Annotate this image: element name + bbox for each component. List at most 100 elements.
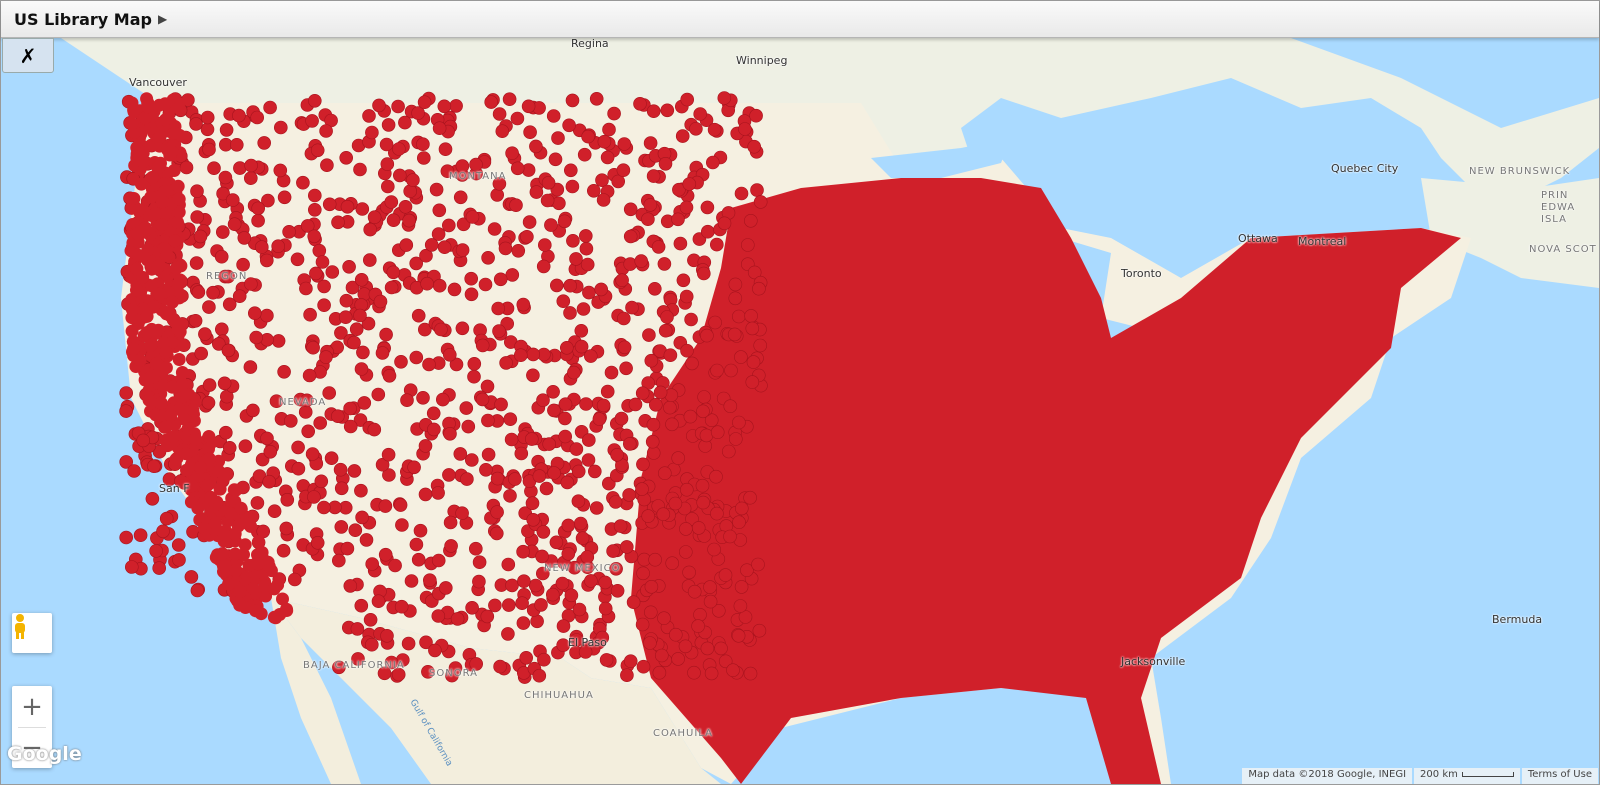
library-marker[interactable] (551, 131, 565, 145)
library-marker[interactable] (513, 348, 528, 363)
library-marker[interactable] (307, 490, 321, 504)
library-marker[interactable] (564, 588, 579, 603)
library-marker[interactable] (616, 311, 631, 326)
library-marker[interactable] (745, 321, 760, 336)
library-marker[interactable] (503, 412, 518, 427)
library-marker[interactable] (695, 478, 710, 493)
library-marker[interactable] (262, 474, 277, 489)
library-marker[interactable] (160, 249, 174, 263)
library-marker[interactable] (442, 347, 457, 362)
library-marker[interactable] (371, 387, 386, 402)
library-marker[interactable] (752, 281, 766, 296)
library-marker[interactable] (745, 375, 760, 389)
library-marker[interactable] (378, 499, 393, 513)
library-marker[interactable] (207, 161, 221, 175)
library-marker[interactable] (382, 368, 397, 383)
library-marker[interactable] (727, 327, 742, 342)
library-marker[interactable] (516, 616, 531, 630)
library-marker[interactable] (529, 185, 544, 199)
library-marker[interactable] (422, 357, 436, 372)
library-marker[interactable] (633, 97, 647, 111)
library-marker[interactable] (657, 466, 672, 481)
library-marker[interactable] (657, 611, 671, 626)
library-marker[interactable] (464, 287, 479, 302)
library-marker[interactable] (249, 330, 263, 345)
library-marker[interactable] (394, 354, 408, 369)
library-marker[interactable] (589, 501, 604, 515)
library-marker[interactable] (427, 422, 441, 437)
library-marker[interactable] (608, 495, 623, 509)
library-marker[interactable] (559, 340, 574, 355)
library-marker[interactable] (384, 280, 399, 295)
library-marker[interactable] (487, 222, 502, 236)
library-marker[interactable] (558, 397, 573, 412)
library-marker[interactable] (625, 300, 639, 315)
library-marker[interactable] (602, 122, 616, 137)
library-marker[interactable] (391, 99, 405, 114)
library-marker[interactable] (560, 475, 575, 490)
library-marker[interactable] (449, 99, 463, 113)
library-marker[interactable] (219, 425, 233, 440)
library-marker[interactable] (319, 350, 333, 364)
library-marker[interactable] (652, 665, 667, 680)
library-marker[interactable] (384, 195, 399, 209)
library-marker[interactable] (481, 251, 495, 265)
library-marker[interactable] (467, 356, 482, 371)
library-marker[interactable] (168, 234, 182, 248)
library-marker[interactable] (576, 302, 591, 316)
library-marker[interactable] (395, 518, 409, 532)
library-marker[interactable] (636, 457, 650, 472)
library-marker[interactable] (217, 376, 232, 391)
library-marker[interactable] (465, 210, 480, 224)
library-marker[interactable] (250, 110, 265, 125)
library-marker[interactable] (710, 506, 724, 521)
library-marker[interactable] (623, 229, 638, 244)
library-marker[interactable] (548, 152, 563, 167)
library-marker[interactable] (340, 200, 355, 214)
library-marker[interactable] (544, 218, 558, 232)
library-marker[interactable] (641, 212, 655, 226)
library-marker[interactable] (243, 360, 258, 374)
library-marker[interactable] (315, 255, 330, 269)
library-marker[interactable] (563, 306, 577, 320)
library-marker[interactable] (194, 346, 208, 361)
library-marker[interactable] (641, 509, 656, 523)
library-marker[interactable] (460, 472, 474, 486)
library-marker[interactable] (516, 297, 531, 312)
library-marker[interactable] (750, 183, 764, 197)
library-marker[interactable] (746, 355, 761, 369)
library-marker[interactable] (546, 384, 560, 399)
library-marker[interactable] (354, 598, 369, 613)
library-marker[interactable] (671, 652, 685, 666)
library-marker[interactable] (424, 238, 439, 252)
library-marker[interactable] (700, 224, 715, 239)
library-marker[interactable] (331, 553, 346, 568)
library-marker[interactable] (215, 322, 229, 337)
library-marker[interactable] (734, 580, 749, 594)
library-marker[interactable] (648, 552, 662, 567)
library-marker[interactable] (432, 278, 447, 293)
map-canvas[interactable]: Vancouver Regina Winnipeg Quebec City Mo… (1, 38, 1599, 784)
library-marker[interactable] (147, 459, 161, 474)
library-marker[interactable] (222, 440, 237, 455)
library-marker[interactable] (634, 254, 649, 268)
library-marker[interactable] (600, 150, 615, 165)
play-arrow-icon[interactable]: ▶ (158, 12, 167, 26)
library-marker[interactable] (248, 306, 262, 321)
library-marker[interactable] (710, 363, 724, 378)
library-marker[interactable] (375, 346, 390, 360)
library-marker[interactable] (525, 496, 540, 511)
library-marker[interactable] (354, 483, 368, 498)
library-marker[interactable] (619, 540, 634, 554)
library-marker[interactable] (413, 523, 428, 538)
library-marker[interactable] (472, 574, 486, 589)
library-marker[interactable] (597, 134, 612, 149)
library-marker[interactable] (617, 340, 632, 355)
library-marker[interactable] (432, 121, 447, 135)
library-marker[interactable] (310, 143, 325, 158)
library-marker[interactable] (689, 122, 703, 136)
library-marker[interactable] (514, 446, 529, 461)
library-marker[interactable] (303, 307, 317, 322)
library-marker[interactable] (159, 361, 173, 375)
library-marker[interactable] (172, 553, 186, 567)
